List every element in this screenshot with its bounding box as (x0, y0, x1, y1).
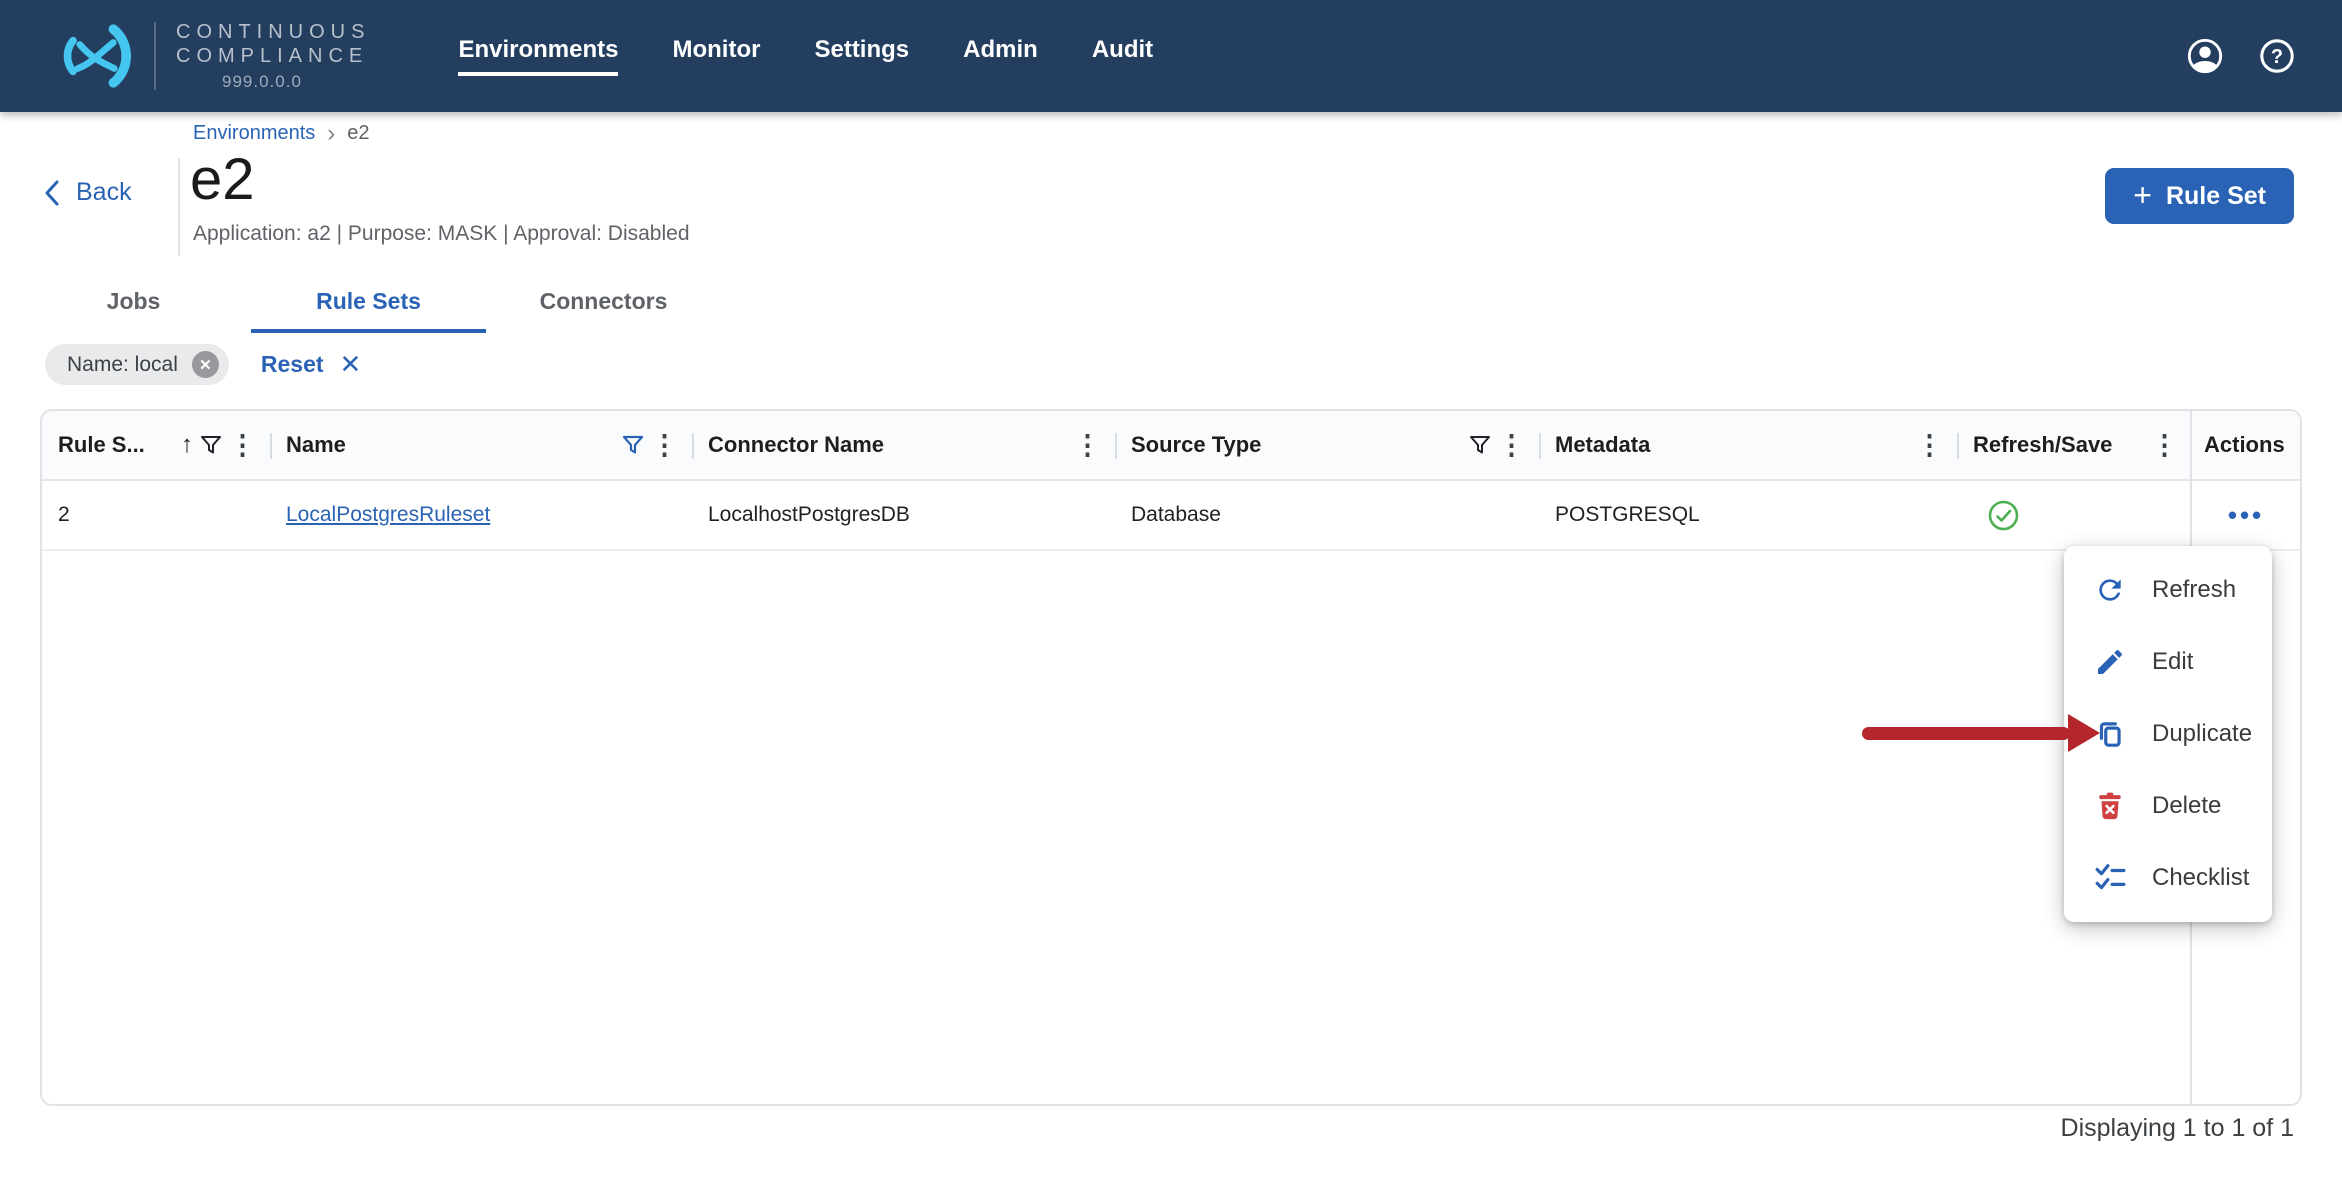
breadcrumb-current: e2 (347, 122, 369, 145)
cell-connector-name: LocalhostPostgresDB (692, 481, 1115, 549)
filter-chip-name-local[interactable]: Name: local ✕ (45, 344, 229, 385)
header-divider (178, 158, 180, 256)
cell-metadata: POSTGRESQL (1539, 481, 1957, 549)
page-subtitle: Application: a2 | Purpose: MASK | Approv… (193, 222, 690, 246)
column-header-rule-set-id[interactable]: Rule S... ↑ ⋮ (42, 411, 270, 479)
reset-filters[interactable]: Reset ✕ (261, 349, 361, 380)
navbar-right: ? (2186, 37, 2296, 75)
column-header-actions: Actions (2192, 411, 2300, 479)
nav-item-environments[interactable]: Environments (458, 36, 618, 76)
column-header-refresh-save[interactable]: Refresh/Save ⋮ (1957, 411, 2192, 479)
nav-item-settings[interactable]: Settings (814, 36, 909, 76)
tab-rule-sets[interactable]: Rule Sets (251, 280, 486, 333)
filter-chip-label: Name: local (67, 353, 178, 377)
cell-source-type: Database (1115, 481, 1539, 549)
top-navbar: CONTINUOUS COMPLIANCE 999.0.0.0 Environm… (0, 0, 2342, 112)
page: CONTINUOUS COMPLIANCE 999.0.0.0 Environm… (0, 0, 2342, 1180)
menu-item-label: Delete (2152, 792, 2221, 820)
breadcrumb-separator-icon: › (327, 124, 335, 144)
account-icon[interactable] (2186, 37, 2224, 75)
filter-active-icon[interactable] (621, 433, 645, 457)
menu-item-delete[interactable]: Delete (2064, 770, 2272, 842)
brand-text: CONTINUOUS COMPLIANCE 999.0.0.0 (176, 20, 370, 92)
app-logo-icon (50, 19, 146, 93)
menu-item-checklist[interactable]: Checklist (2064, 842, 2272, 914)
column-menu-icon[interactable]: ⋮ (1916, 432, 1943, 459)
tab-bar: Jobs Rule Sets Connectors (16, 280, 721, 333)
column-menu-icon[interactable]: ⋮ (2151, 432, 2178, 459)
nav-item-admin[interactable]: Admin (963, 36, 1038, 76)
chevron-left-icon (44, 179, 60, 207)
menu-item-label: Checklist (2152, 864, 2249, 892)
menu-item-label: Duplicate (2152, 720, 2252, 748)
menu-item-label: Refresh (2152, 576, 2236, 604)
help-icon[interactable]: ? (2258, 37, 2296, 75)
brand-line-1: CONTINUOUS (176, 20, 370, 44)
back-button[interactable]: Back (44, 178, 132, 207)
menu-item-refresh[interactable]: Refresh (2064, 554, 2272, 626)
pagination-summary: Displaying 1 to 1 of 1 (2061, 1114, 2294, 1143)
column-menu-icon[interactable]: ⋮ (1074, 432, 1101, 459)
brand: CONTINUOUS COMPLIANCE 999.0.0.0 (50, 19, 370, 93)
tab-jobs[interactable]: Jobs (16, 280, 251, 333)
brand-divider (154, 22, 156, 90)
column-menu-icon[interactable]: ⋮ (229, 432, 256, 459)
breadcrumb: Environments › e2 (193, 122, 370, 145)
delete-icon (2094, 790, 2126, 822)
column-header-connector-name[interactable]: Connector Name ⋮ (692, 411, 1115, 479)
app-version: 999.0.0.0 (222, 72, 370, 92)
nav-item-audit[interactable]: Audit (1092, 36, 1153, 76)
primary-nav: Environments Monitor Settings Admin Audi… (458, 36, 1153, 76)
table-header-row: Rule S... ↑ ⋮ Name ⋮ Connector Name ⋮ (42, 411, 2300, 481)
column-header-source-type[interactable]: Source Type ⋮ (1115, 411, 1539, 479)
sort-asc-icon[interactable]: ↑ (181, 433, 193, 457)
plus-icon: + (2133, 179, 2152, 211)
column-menu-icon[interactable]: ⋮ (651, 432, 678, 459)
filter-row: Name: local ✕ Reset ✕ (45, 344, 361, 385)
column-header-metadata[interactable]: Metadata ⋮ (1539, 411, 1957, 479)
add-rule-set-button[interactable]: + Rule Set (2105, 168, 2294, 224)
reset-close-icon: ✕ (340, 349, 362, 380)
menu-item-label: Edit (2152, 648, 2193, 676)
page-title: e2 (190, 146, 255, 213)
nav-item-monitor[interactable]: Monitor (672, 36, 760, 76)
cell-name: LocalPostgresRuleset (270, 481, 692, 549)
cell-actions: ••• (2192, 481, 2300, 549)
filter-icon[interactable] (199, 433, 223, 457)
reset-label: Reset (261, 351, 324, 378)
chip-close-icon[interactable]: ✕ (192, 351, 219, 378)
filter-icon[interactable] (1468, 433, 1492, 457)
breadcrumb-environments-link[interactable]: Environments (193, 122, 315, 145)
edit-icon (2094, 646, 2126, 678)
back-label: Back (76, 178, 132, 207)
column-header-name[interactable]: Name ⋮ (270, 411, 692, 479)
brand-line-2: COMPLIANCE (176, 44, 370, 68)
success-check-icon (1987, 499, 2020, 532)
rule-sets-table: Rule S... ↑ ⋮ Name ⋮ Connector Name ⋮ (40, 409, 2302, 1106)
refresh-icon (2094, 574, 2126, 606)
table-row: 2 LocalPostgresRuleset LocalhostPostgres… (42, 481, 2300, 551)
add-rule-set-label: Rule Set (2166, 182, 2266, 211)
tab-connectors[interactable]: Connectors (486, 280, 721, 333)
cell-refresh-status (1957, 481, 2192, 549)
column-menu-icon[interactable]: ⋮ (1498, 432, 1525, 459)
annotation-arrow (1862, 727, 2070, 740)
rule-set-link[interactable]: LocalPostgresRuleset (286, 503, 490, 527)
menu-item-edit[interactable]: Edit (2064, 626, 2272, 698)
svg-text:?: ? (2271, 46, 2283, 68)
cell-rule-set-id: 2 (42, 481, 270, 549)
checklist-icon (2094, 862, 2126, 894)
row-actions-menu-icon[interactable]: ••• (2228, 509, 2264, 522)
